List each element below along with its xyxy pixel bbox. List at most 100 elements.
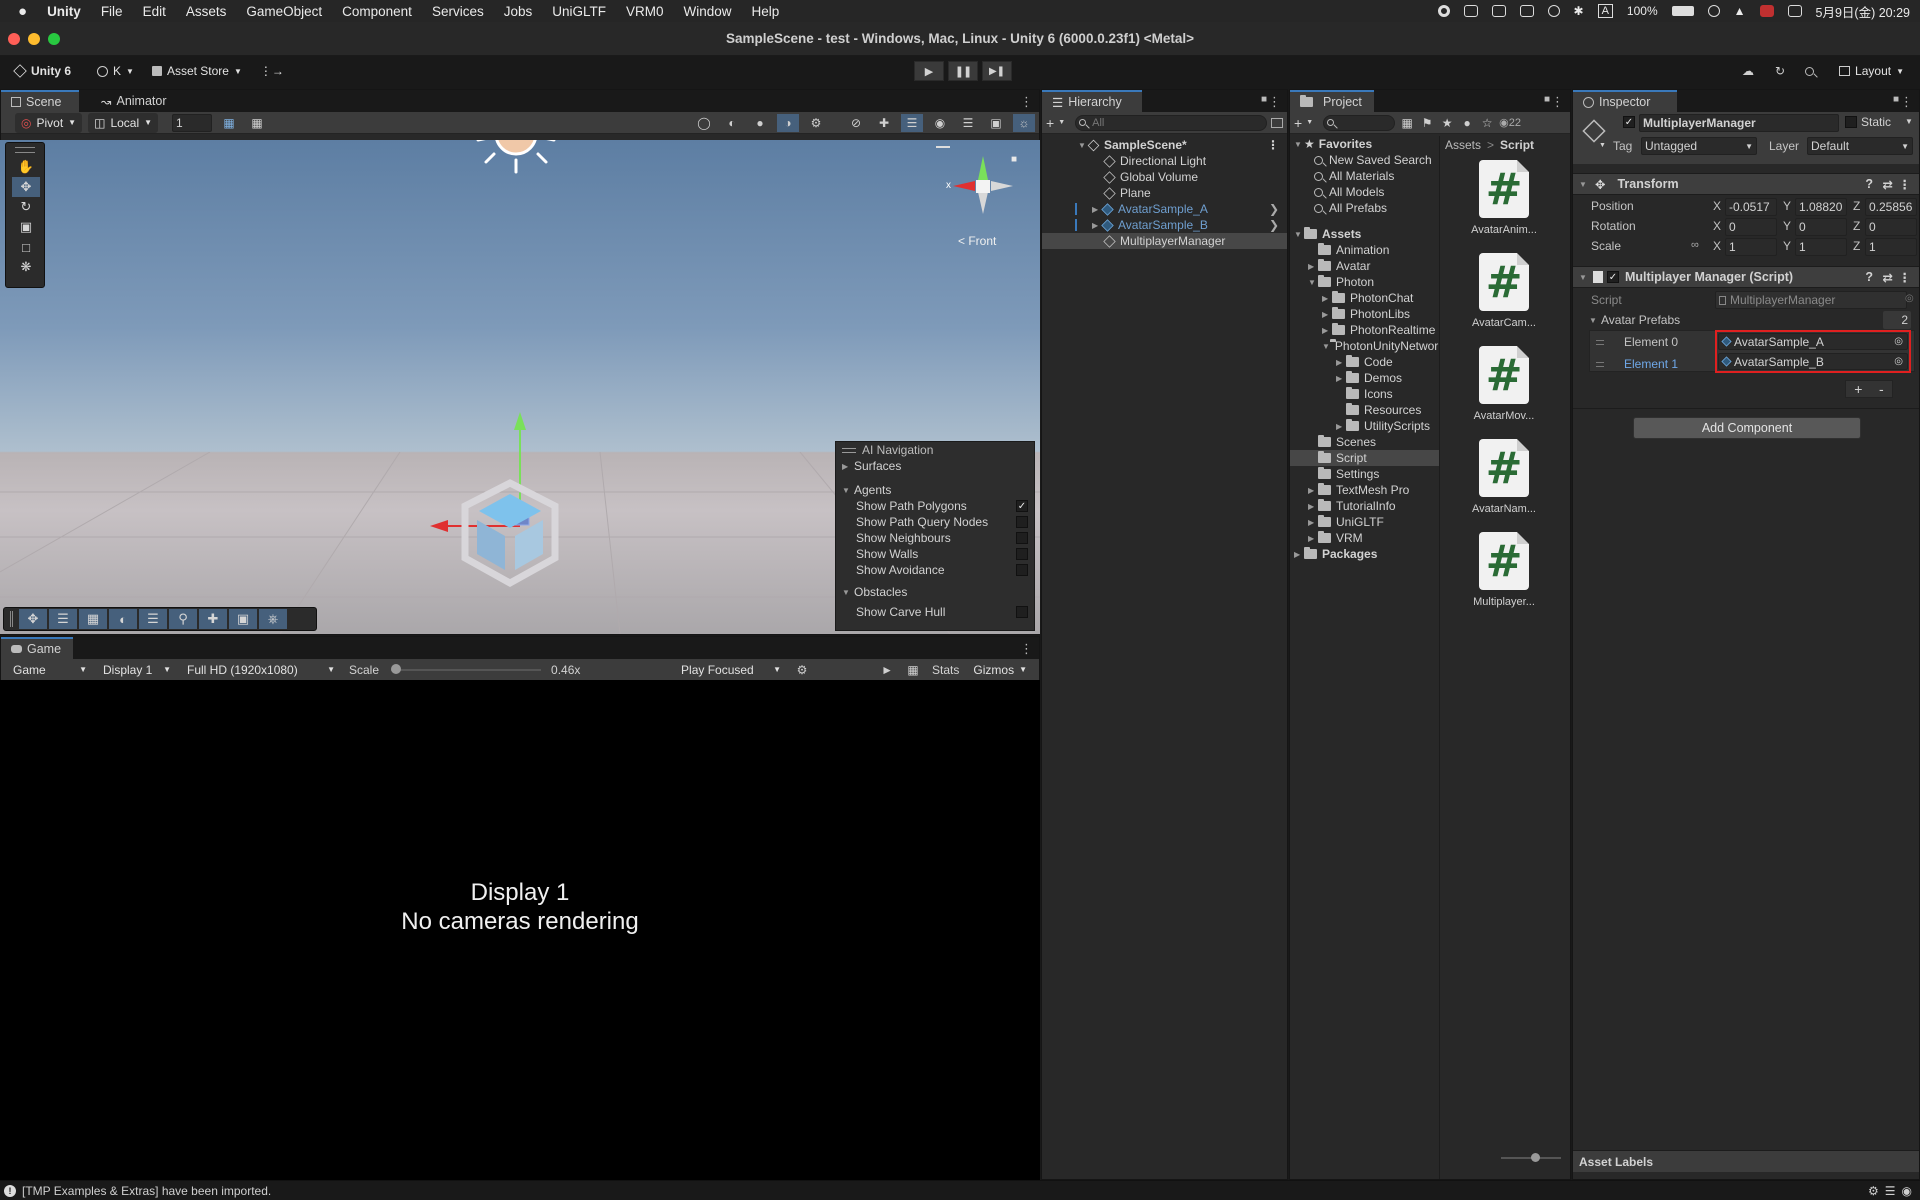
favorite-item[interactable]: All Materials	[1290, 168, 1439, 184]
visibility-icon[interactable]: ◉	[929, 114, 951, 132]
scale-z-field[interactable]: 1	[1865, 238, 1917, 256]
open-prefab-icon[interactable]: ❯	[1269, 218, 1279, 232]
transform-tool-button[interactable]: ❋	[12, 257, 40, 277]
shaded-icon[interactable]: ●	[749, 114, 771, 132]
overlay-lighting-button[interactable]: ◐	[109, 609, 137, 629]
scale-tool-button[interactable]: ▣	[12, 217, 40, 237]
axis-y-label[interactable]: Y	[1783, 199, 1791, 213]
game-mode-dropdown[interactable]: Game ▼	[7, 660, 93, 680]
hierarchy-item-selected[interactable]: MultiplayerManager	[1042, 233, 1287, 249]
script-asset-tile[interactable]: # Multiplayer...	[1461, 532, 1547, 608]
unity-home-button[interactable]: Unity 6	[8, 61, 77, 81]
transform-header[interactable]: ▼ ✥ Transform ? ⇄ ⋮	[1573, 173, 1919, 195]
active-checkbox[interactable]: ✓	[1623, 116, 1635, 128]
pivot-dropdown[interactable]: ◎ Pivot ▼	[15, 112, 83, 133]
chevron-down-icon[interactable]: ▼	[1599, 142, 1606, 149]
tab-inspector[interactable]: Inspector	[1573, 90, 1677, 112]
component-menu-icon[interactable]: ⋮	[1899, 177, 1912, 192]
folder-item[interactable]: ▶ TextMesh Pro	[1290, 482, 1439, 498]
menu-vrm0[interactable]: VRM0	[616, 4, 674, 19]
axis-x-label[interactable]: X	[1713, 239, 1721, 253]
script-asset-tile[interactable]: # AvatarNam...	[1461, 439, 1547, 515]
pause-button[interactable]: ❚❚	[948, 61, 978, 81]
overlay-compass-button[interactable]: ⎈	[259, 609, 287, 629]
game-viewport[interactable]: Display 1 No cameras rendering	[0, 680, 1040, 1180]
show-carve-hull-option[interactable]: Show Carve Hull	[836, 604, 1034, 620]
object-name-field[interactable]: MultiplayerManager	[1639, 114, 1839, 132]
asset-store-dropdown[interactable]: Asset Store ▼	[146, 61, 248, 81]
scene-menu-icon[interactable]: ⋮	[1020, 94, 1033, 110]
lock-icon[interactable]: ■	[1261, 94, 1267, 105]
agent-option-checkbox[interactable]	[1016, 516, 1028, 528]
grid-size-field[interactable]: 1	[172, 113, 213, 132]
rotation-x-field[interactable]: 0	[1725, 218, 1777, 236]
agent-option-checkbox[interactable]	[1016, 548, 1028, 560]
window-icon[interactable]	[1519, 5, 1534, 17]
layout-dropdown[interactable]: Layout ▼	[1833, 61, 1910, 81]
menu-window[interactable]: Window	[674, 4, 742, 19]
favorite-item[interactable]: All Prefabs	[1290, 200, 1439, 216]
stats-button[interactable]: Stats	[928, 663, 963, 677]
folder-item[interactable]: Settings	[1290, 466, 1439, 482]
axis-x-label[interactable]: X	[1713, 199, 1721, 213]
chevron-down-icon[interactable]: ▼	[1306, 119, 1313, 126]
step-button[interactable]: ▶❚	[982, 61, 1012, 81]
hierarchy-scene-root[interactable]: ▼ SampleScene* ⋮	[1042, 137, 1287, 153]
audio-toggle-icon[interactable]: ⊘	[845, 114, 867, 132]
mute-audio-icon[interactable]: ►	[876, 661, 898, 679]
folder-item[interactable]: ▶ TutorialInfo	[1290, 498, 1439, 514]
menu-services[interactable]: Services	[422, 4, 494, 19]
rotate-tool-button[interactable]: ↻	[12, 197, 40, 217]
apple-icon[interactable]: ●	[0, 3, 37, 20]
folder-item[interactable]: Icons	[1290, 386, 1439, 402]
icon-size-slider[interactable]	[1501, 1153, 1561, 1163]
screen-mirror-icon[interactable]	[1759, 5, 1774, 17]
search-toolbar-icon[interactable]	[1801, 62, 1823, 80]
overlay-grid-button[interactable]: ▦	[79, 609, 107, 629]
scale-slider-thumb[interactable]	[391, 663, 402, 674]
presets-icon[interactable]: ⇄	[1883, 270, 1893, 285]
overlay-search-button[interactable]: ⚲	[169, 609, 197, 629]
favorite-icon[interactable]: ☆	[1479, 114, 1495, 132]
scene-orientation-gizmo[interactable]	[945, 152, 1015, 222]
game-menu-icon[interactable]: ⋮	[1020, 641, 1033, 657]
hierarchy-item-prefab[interactable]: ▶ AvatarSample_B ❯	[1042, 217, 1287, 233]
clipboard-icon[interactable]	[1491, 5, 1506, 17]
menu-component[interactable]: Component	[332, 4, 422, 19]
add-icon[interactable]: +	[1046, 115, 1054, 131]
surfaces-foldout[interactable]: ▶ Surfaces	[836, 458, 1034, 474]
scale-slider[interactable]	[391, 663, 542, 677]
folder-item[interactable]: ▶ PhotonRealtime	[1290, 322, 1439, 338]
tab-game[interactable]: Game	[1, 637, 73, 659]
hierarchy-search-input[interactable]: All	[1075, 114, 1267, 131]
menu-unigltf[interactable]: UniGLTF	[542, 4, 616, 19]
play-button[interactable]: ▶	[914, 61, 944, 81]
axis-y-label[interactable]: Y	[1783, 219, 1791, 233]
resolution-dropdown[interactable]: Full HD (1920x1080) ▼	[181, 660, 341, 680]
axis-y-label[interactable]: Y	[1783, 239, 1791, 253]
input-mode-icon[interactable]: A	[1597, 4, 1613, 18]
warning-filter-icon[interactable]: ●	[1459, 114, 1475, 132]
tab-project[interactable]: Project	[1290, 90, 1374, 112]
directional-light-icon[interactable]	[476, 140, 556, 174]
position-y-field[interactable]: 1.08820	[1795, 198, 1847, 216]
menu-edit[interactable]: Edit	[133, 4, 176, 19]
constrain-proportions-icon[interactable]: ∞	[1691, 239, 1699, 251]
bug-report-icon[interactable]: ⚙	[1868, 1184, 1879, 1198]
favorites-foldout[interactable]: ▼ ★ Favorites	[1290, 136, 1439, 152]
rotation-z-field[interactable]: 0	[1865, 218, 1917, 236]
tab-animator[interactable]: ↝ Animator	[91, 90, 177, 112]
move-tool-button[interactable]: ✥	[12, 177, 40, 197]
position-x-field[interactable]: -0.0517	[1725, 198, 1777, 216]
component-menu-icon[interactable]: ⋮	[1899, 270, 1912, 285]
grid-snap-icon[interactable]: ▦	[218, 114, 240, 132]
avatar-prefabs-count[interactable]: 2	[1883, 311, 1911, 329]
gizmo-drag-handle[interactable]	[936, 146, 950, 148]
hierarchy-item[interactable]: Directional Light	[1042, 153, 1287, 169]
hand-tool-button[interactable]: ✋	[12, 157, 40, 177]
remove-element-button[interactable]: -	[1879, 381, 1884, 397]
open-prefab-icon[interactable]: ❯	[1269, 202, 1279, 216]
show-carve-hull-checkbox[interactable]	[1016, 606, 1028, 618]
hierarchy-menu-icon[interactable]: ⋮	[1268, 94, 1281, 110]
add-icon[interactable]: +	[1294, 115, 1302, 131]
